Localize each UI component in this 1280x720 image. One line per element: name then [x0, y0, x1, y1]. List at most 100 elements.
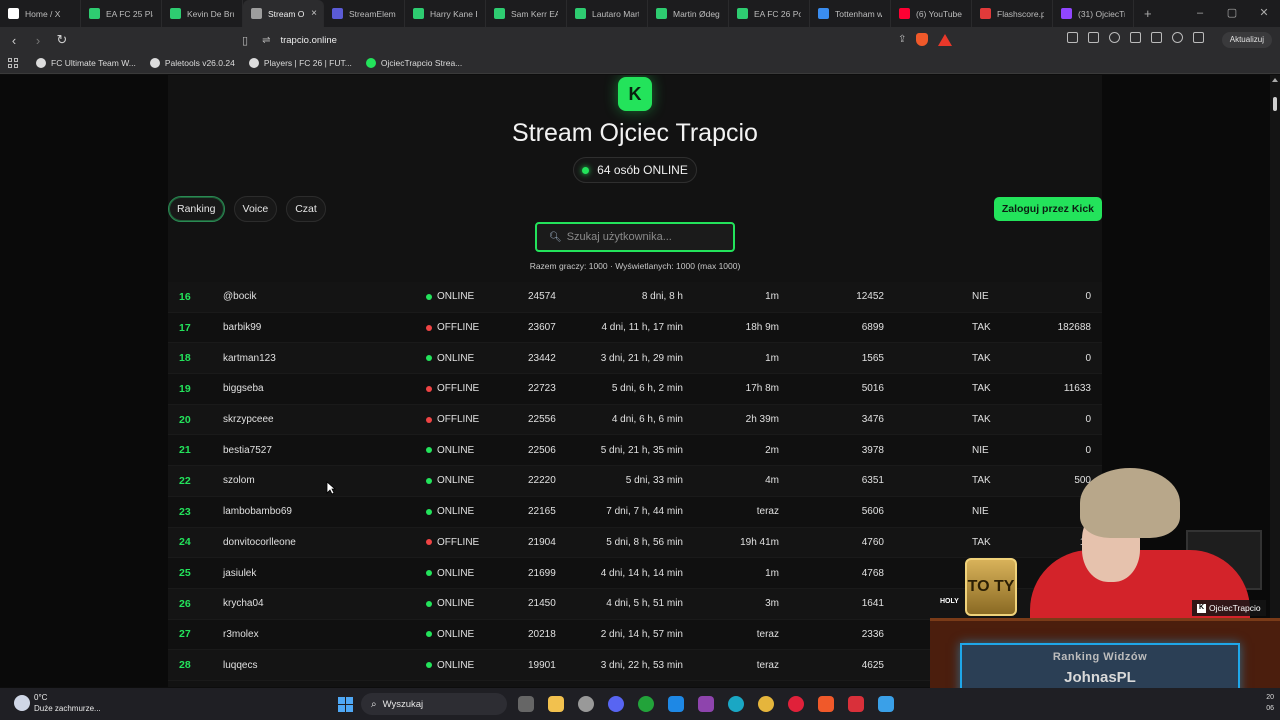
- maximize-icon[interactable]: ▢: [1216, 0, 1248, 27]
- cell-time: 4 dni, 5 h, 51 min: [606, 598, 683, 610]
- chrome-icon[interactable]: [758, 696, 774, 712]
- browser-tab[interactable]: Harry Kane E: [405, 0, 486, 27]
- browser-tab-label: EA FC 26 Pop: [754, 8, 801, 19]
- tab-ranking[interactable]: Ranking: [168, 196, 225, 222]
- browser-tab[interactable]: Sam Kerr EA: [486, 0, 567, 27]
- browser-tab[interactable]: Flashscore.pl: [972, 0, 1053, 27]
- streamelements-icon: [332, 8, 343, 19]
- browser-tab[interactable]: Stream O ×: [243, 0, 324, 27]
- status-label: ONLINE: [437, 598, 475, 610]
- back-icon[interactable]: ‹: [4, 33, 24, 48]
- status-dot-icon: [426, 570, 432, 577]
- table-row[interactable]: 20 skrzypceee 22556 4 dni, 6 h, 6 min 2h 39m…: [168, 404, 1102, 436]
- browser-tab[interactable]: (6) YouTube: [891, 0, 972, 27]
- edge-icon[interactable]: [728, 696, 744, 712]
- cell-rank: 16: [179, 290, 191, 303]
- wallet-icon[interactable]: [1151, 32, 1162, 43]
- scrollbar-thumb[interactable]: [1273, 97, 1277, 111]
- file-explorer-icon[interactable]: [548, 696, 564, 712]
- url-text[interactable]: trapcio.online: [280, 35, 337, 46]
- close-window-icon[interactable]: ✕: [1248, 0, 1280, 27]
- xbox-icon[interactable]: [638, 696, 654, 712]
- c-icon: [818, 8, 829, 19]
- minimize-icon[interactable]: –: [1184, 0, 1216, 27]
- url-field[interactable]: ▯ ⇌ trapcio.online: [242, 30, 962, 50]
- status-label: ONLINE: [437, 506, 475, 518]
- site-settings-icon[interactable]: ⇌: [262, 35, 270, 46]
- weather-widget[interactable]: 0°C Duże zachmurze...: [14, 692, 101, 714]
- browser-tab[interactable]: Home / X: [0, 0, 81, 27]
- brave-icon[interactable]: [818, 696, 834, 712]
- search-input[interactable]: [566, 231, 727, 243]
- cell-status: ONLINE: [426, 629, 474, 640]
- new-tab-button[interactable]: +: [1144, 6, 1152, 21]
- cell-time: 4 dni, 14 h, 14 min: [600, 567, 683, 579]
- online-count-badge: 64 osób ONLINE: [573, 157, 697, 183]
- scroll-up-icon[interactable]: [1272, 78, 1278, 82]
- table-row[interactable]: 17 barbik99 23607 4 dni, 11 h, 17 min 18h 9m…: [168, 312, 1102, 344]
- browser-tab[interactable]: EA FC 26 Pop: [729, 0, 810, 27]
- vivaldi-icon[interactable]: [848, 696, 864, 712]
- reload-icon[interactable]: ↻: [52, 32, 72, 48]
- chatgpt-icon[interactable]: [578, 696, 594, 712]
- browser-tab[interactable]: StreamElemen: [324, 0, 405, 27]
- close-tab-icon[interactable]: ×: [311, 8, 317, 19]
- visual-studio-icon[interactable]: [698, 696, 714, 712]
- weather-temperature: 0°C: [34, 693, 48, 702]
- browser-tab-label: Kevin De Bru: [187, 8, 234, 19]
- sidebar-icon[interactable]: [1130, 32, 1141, 43]
- browser-tab[interactable]: Martin Ødeg: [648, 0, 729, 27]
- screenshot-icon[interactable]: [1088, 32, 1099, 43]
- user-search-box[interactable]: 🔍︎: [535, 222, 735, 252]
- cell-points: 22220: [528, 475, 556, 487]
- login-kick-button[interactable]: Zaloguj przez Kick: [993, 197, 1102, 221]
- task-view-icon[interactable]: [518, 696, 534, 712]
- table-row[interactable]: 16 @bocik 24574 8 dni, 8 h 1m 12452 NIE 0 ONLINE: [168, 282, 1102, 313]
- bookmark-page-icon[interactable]: ▯: [242, 34, 248, 47]
- bookmark-item[interactable]: Players | FC 26 | FUT...: [248, 58, 352, 68]
- browser-tab[interactable]: Tottenham w: [810, 0, 891, 27]
- taskbar-app-icons: [518, 696, 894, 712]
- cell-num: 12452: [856, 291, 884, 303]
- share-icon[interactable]: ⇪: [898, 34, 906, 45]
- windows-start-icon[interactable]: [338, 697, 353, 712]
- apps-grid-icon[interactable]: [8, 58, 18, 68]
- bookmark-item[interactable]: OjciecTrapcio Strea...: [365, 58, 462, 68]
- table-row[interactable]: 19 biggseba 22723 5 dni, 6 h, 2 min 17h 8m 50…: [168, 374, 1102, 405]
- update-button[interactable]: Aktualizuj: [1221, 32, 1272, 48]
- vpn-icon[interactable]: [1193, 32, 1204, 43]
- opera-icon[interactable]: [788, 696, 804, 712]
- cell-extra: 11633: [1063, 383, 1091, 395]
- table-row[interactable]: 18 kartman123 23442 3 dni, 21 h, 29 min 1m 15…: [168, 343, 1102, 375]
- extension-icon[interactable]: [1067, 32, 1078, 43]
- discord-icon[interactable]: [608, 696, 624, 712]
- brave-shields-icon[interactable]: [916, 33, 929, 46]
- bookmark-favicon-icon: [149, 58, 160, 68]
- futbin-icon: [89, 8, 100, 19]
- cell-status: ONLINE: [426, 445, 474, 456]
- bookmark-item[interactable]: Paletools v26.0.24: [149, 58, 235, 68]
- music-icon[interactable]: [1109, 32, 1120, 43]
- tab-voice[interactable]: Voice: [233, 196, 278, 222]
- kick-small-icon: K: [1197, 603, 1206, 613]
- cell-rank: 23: [179, 505, 191, 518]
- taskbar-search[interactable]: ⌕ Wyszukaj: [361, 693, 507, 715]
- browser-tab-label: Stream O: [268, 8, 305, 19]
- leo-ai-icon[interactable]: [1172, 32, 1183, 43]
- cell-last: 4m: [765, 475, 779, 487]
- taskbar-clock[interactable]: 20 06: [1266, 692, 1274, 714]
- cell-status: ONLINE: [426, 598, 474, 609]
- forward-icon[interactable]: ›: [28, 33, 48, 48]
- brave-rewards-icon[interactable]: [938, 33, 953, 46]
- browser-tab[interactable]: (31) OjciecTra: [1053, 0, 1134, 27]
- cell-name: barbik99: [223, 322, 262, 334]
- bookmark-item[interactable]: FC Ultimate Team W...: [36, 58, 136, 68]
- browser-tab[interactable]: Lautaro Marti: [567, 0, 648, 27]
- photos-icon[interactable]: [878, 696, 894, 712]
- tab-czat[interactable]: Czat: [286, 196, 326, 222]
- vscode-icon[interactable]: [668, 696, 684, 712]
- globe-icon: [251, 8, 262, 19]
- browser-tab[interactable]: Kevin De Bru: [162, 0, 243, 27]
- webcam-overlay: TO TY HOLY K OjciecTrapcio Ranking Widzó…: [890, 440, 1280, 701]
- browser-tab[interactable]: EA FC 25 Play: [81, 0, 162, 27]
